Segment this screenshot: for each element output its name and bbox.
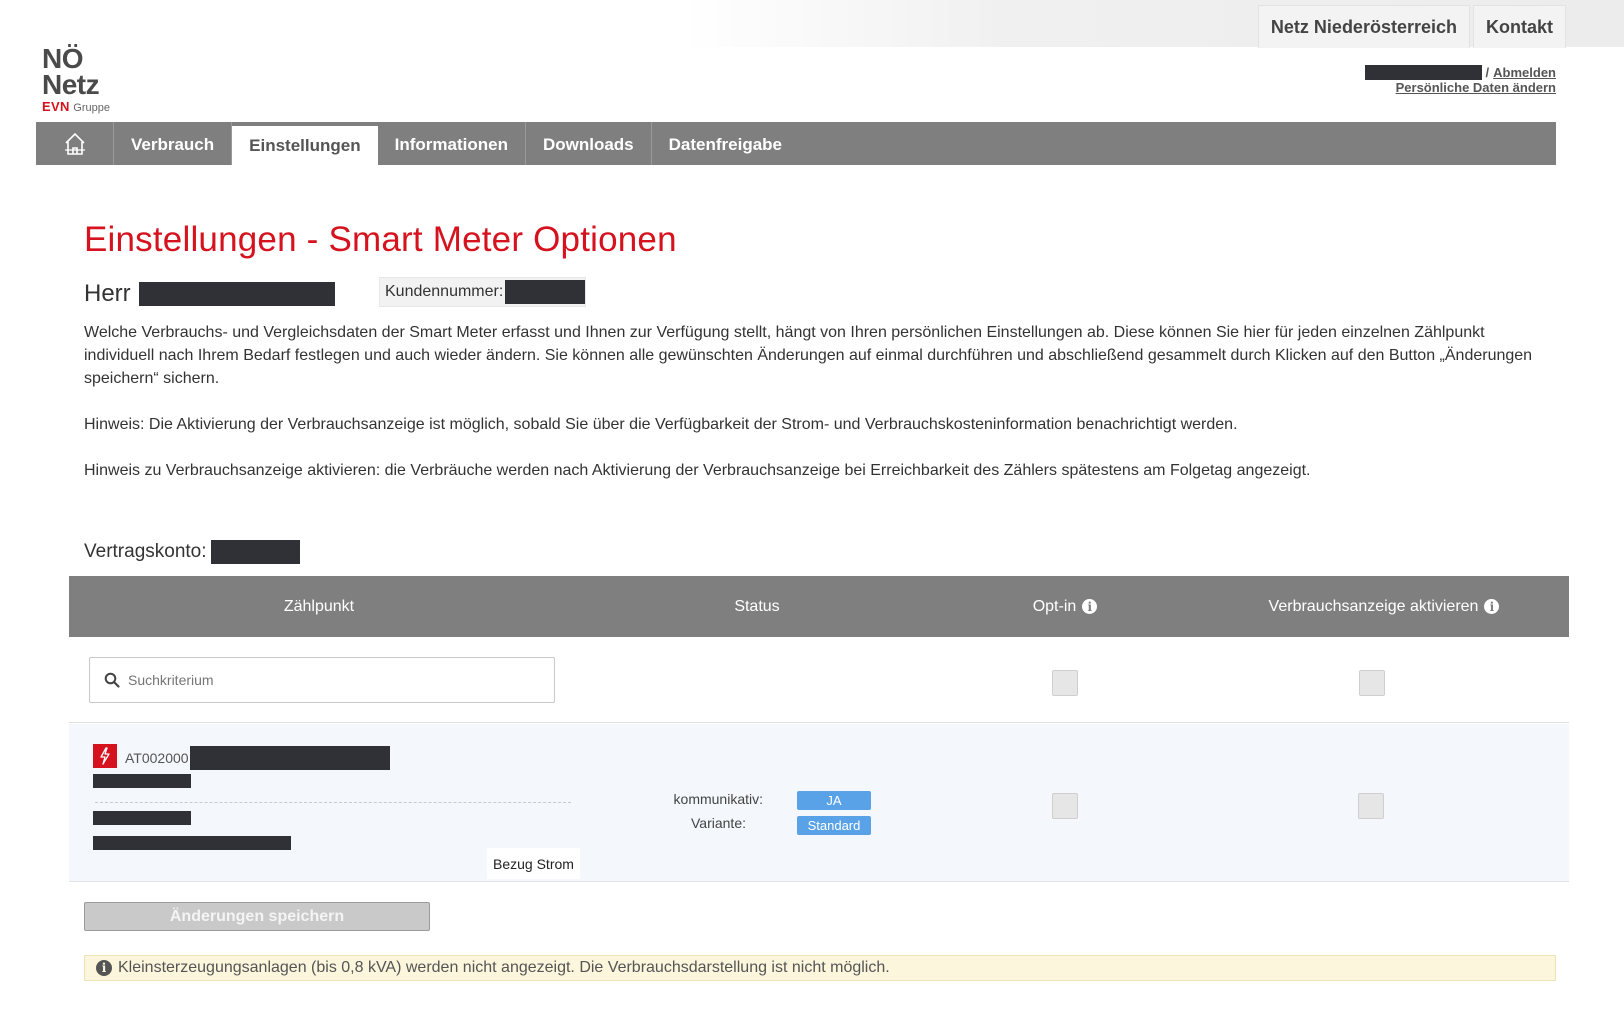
header-verbrauchsanzeige: Verbrauchsanzeige aktivieren i [1249, 576, 1519, 637]
edit-personal-data-link[interactable]: Persönliche Daten ändern [1396, 80, 1556, 95]
header-optin-label: Opt-in [1032, 597, 1077, 615]
intro-paragraph-3: Hinweis zu Verbrauchsanzeige aktivieren:… [84, 462, 1311, 479]
toplink-netz-noe[interactable]: Netz Niederösterreich [1257, 5, 1470, 48]
customer-salutation: Herr [84, 280, 335, 308]
redacted-address-3 [93, 836, 291, 850]
divider [95, 802, 571, 803]
redacted-contract-number [210, 540, 300, 564]
salutation-text: Herr [84, 280, 131, 307]
zaehlpunkt-prefix: AT002000 [125, 750, 189, 766]
search-icon [104, 672, 120, 688]
intro-text: Welche Verbrauchs- und Vergleichsdaten d… [84, 321, 1559, 505]
user-row: / Abmelden [1364, 65, 1556, 80]
customer-number-label: Kundennummer: [385, 283, 504, 300]
search-input[interactable] [128, 672, 528, 688]
noe-netz-logo[interactable]: NÖ Netz EVN Gruppe [42, 45, 132, 118]
user-area: / Abmelden Persönliche Daten ändern [1364, 65, 1556, 95]
nav-informationen[interactable]: Informationen [378, 122, 526, 165]
zaehlpunkt-id: AT002000 [125, 746, 390, 770]
header-status: Status [669, 576, 845, 637]
nav-einstellungen[interactable]: Einstellungen [232, 126, 378, 165]
kommunikativ-badge: JA [797, 791, 871, 810]
kommunikativ-label: kommunikativ: [673, 791, 763, 807]
verbrauchsanzeige-all-checkbox[interactable] [1359, 670, 1385, 696]
logo-gruppe: Gruppe [73, 102, 110, 114]
type-label: Bezug Strom [487, 848, 580, 879]
main-nav: Verbrauch Einstellungen Informationen Do… [36, 122, 1556, 165]
contract-account-label: Vertragskonto: [84, 541, 207, 562]
nav-verbrauch[interactable]: Verbrauch [114, 122, 233, 165]
redacted-customer-name [138, 282, 335, 306]
page-title: Einstellungen - Smart Meter Optionen [84, 220, 677, 259]
variante-label: Variante: [691, 815, 746, 831]
optin-all-checkbox[interactable] [1052, 670, 1078, 696]
home-icon [64, 132, 85, 155]
separator: / [1485, 65, 1490, 80]
info-icon[interactable]: i [1484, 599, 1500, 614]
header-verbrauchsanzeige-label: Verbrauchsanzeige aktivieren [1268, 597, 1479, 615]
nav-datenfreigabe[interactable]: Datenfreigabe [652, 122, 799, 165]
logo-line2: Netz [42, 69, 100, 100]
redacted-username [1364, 65, 1482, 80]
info-icon[interactable]: i [1082, 599, 1098, 614]
logo-brand: EVN Gruppe [42, 100, 132, 115]
electricity-icon [93, 744, 117, 768]
header-status-label: Status [734, 597, 780, 615]
redacted-address-1 [93, 774, 191, 788]
optin-checkbox[interactable] [1052, 793, 1078, 819]
table-header: Zählpunkt Status Opt-in i Verbrauchsanze… [69, 576, 1569, 637]
customer-number-box: Kundennummer: [379, 277, 587, 307]
nav-home[interactable] [36, 122, 114, 165]
filter-row [69, 637, 1569, 723]
user-row-2: Persönliche Daten ändern [1365, 80, 1556, 95]
intro-paragraph-2: Hinweis: Die Aktivierung der Verbrauchsa… [84, 416, 1238, 433]
table-row: AT002000 Bezug Strom kommunikativ: JA Va… [69, 724, 1569, 882]
redacted-address-2 [93, 811, 191, 825]
logo-evn: EVN [42, 99, 70, 114]
verbrauchsanzeige-checkbox[interactable] [1358, 793, 1384, 819]
redacted-zaehlpunkt [189, 746, 390, 770]
save-changes-button[interactable]: Änderungen speichern [84, 902, 430, 931]
info-icon: i [96, 960, 112, 976]
contract-account: Vertragskonto: [84, 540, 300, 564]
top-links: Netz Niederösterreich Kontakt [1257, 5, 1566, 48]
header-zaehlpunkt-label: Zählpunkt [283, 597, 355, 615]
variante-badge: Standard [797, 816, 871, 835]
search-box[interactable] [89, 657, 555, 703]
intro-paragraph-1: Welche Verbrauchs- und Vergleichsdaten d… [84, 324, 1533, 387]
header-optin: Opt-in i [999, 576, 1131, 637]
logout-link[interactable]: Abmelden [1493, 65, 1556, 80]
header-zaehlpunkt: Zählpunkt [69, 576, 569, 637]
nav-downloads[interactable]: Downloads [526, 122, 652, 165]
notice-text: Kleinsterzeugungsanlagen (bis 0,8 kVA) w… [118, 959, 890, 976]
toplink-kontakt[interactable]: Kontakt [1473, 5, 1566, 48]
redacted-customer-number [505, 280, 586, 304]
notice-banner: i Kleinsterzeugungsanlagen (bis 0,8 kVA)… [84, 955, 1556, 981]
